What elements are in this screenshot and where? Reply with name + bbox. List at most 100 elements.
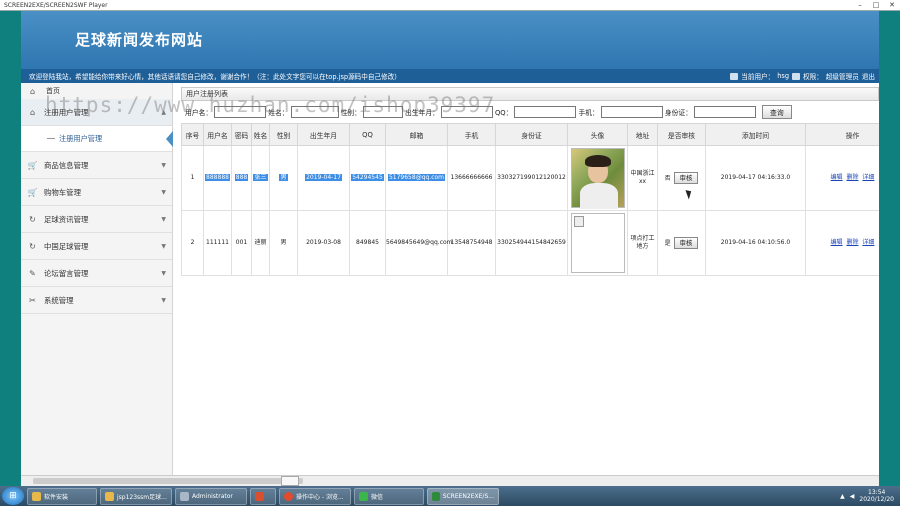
search-label-idcard: 身份证： (664, 109, 693, 117)
start-button[interactable]: ⊞ (2, 487, 24, 505)
maximize-button[interactable]: □ (868, 1, 884, 9)
sidebar-item-user-management[interactable]: ⌂ 注册用户管理 ▲ (21, 99, 172, 126)
chevron-up-icon: ▲ (161, 108, 166, 116)
cell-email: 5179658@qq.com (385, 145, 448, 211)
audit-button[interactable]: 审核 (673, 171, 699, 185)
sidebar-item-label: 中国足球管理 (44, 241, 89, 251)
player-title-bar: SCREEN2EXE/SCREEN2SWF Player – □ ✕ (0, 0, 900, 11)
cell-username: 111111 (203, 210, 232, 276)
sidebar-item-system[interactable]: ✂ 系统管理 ▼ (21, 287, 172, 314)
cell-no: 2 (181, 210, 204, 276)
current-user: hsg (777, 72, 790, 80)
cell-birth: 2019-04-17 (297, 145, 350, 211)
avatar (570, 148, 625, 209)
network-icon[interactable]: ▲ (840, 493, 845, 500)
cell-idcard: 330254944154842659 (495, 210, 568, 276)
col-header: 用户名 (203, 123, 232, 146)
taskbar-item[interactable]: 操作中心 - 浏览... (279, 487, 351, 505)
sidebar-item-football-news[interactable]: ↻ 足球资讯管理 ▼ (21, 206, 172, 233)
notice-bar: 欢迎登陆我站，希望能给你带来好心情，其他话语请您自己修改，谢谢合作！（注：此处文… (21, 69, 879, 83)
sidebar: ⌂ 首页 ⌂ 注册用户管理 ▲ 注册用户管理 🛒 商品信息管理 ▼ 🛒 购物车管… (21, 83, 173, 486)
taskbar-item[interactable]: SCREEN2EXE/S... (427, 487, 499, 505)
search-label-qq: QQ： (494, 109, 513, 117)
cell-text: 2019-04-17 (305, 174, 342, 182)
sidebar-item-label: 注册用户管理 (44, 107, 89, 117)
search-input-gender[interactable] (362, 106, 403, 118)
edit-link[interactable]: 编辑 (831, 239, 843, 246)
cell-text: 888 (234, 174, 249, 182)
task-label: 软件安装 (44, 493, 69, 501)
cell-added: 2019-04-16 04:10:56.0 (705, 210, 806, 276)
search-input-birth[interactable] (440, 106, 493, 118)
home-icon: ⌂ (29, 107, 36, 117)
audit-status: 否 (664, 174, 671, 182)
search-label-name: 姓名： (268, 109, 289, 117)
task-label: jsp123ssm足球... (117, 493, 167, 501)
search-label-birth: 出生年月： (404, 109, 439, 117)
taskbar-item[interactable]: Administrator (175, 487, 247, 505)
refresh-icon: ↻ (29, 214, 36, 224)
cell-actions: 编辑 删除 详细 (805, 145, 879, 211)
delete-link[interactable]: 删除 (846, 174, 858, 181)
search-input-username[interactable] (214, 106, 267, 118)
close-button[interactable]: ✕ (884, 1, 900, 9)
folder-icon (105, 491, 114, 501)
detail-link[interactable]: 详细 (862, 174, 874, 181)
cell-address: 项点打工地方 (627, 210, 658, 276)
clock[interactable]: 13:54 2020/12/20 (859, 489, 894, 503)
sidebar-item-cart[interactable]: 🛒 购物车管理 ▼ (21, 179, 172, 206)
col-header: 性别 (269, 123, 298, 146)
system-tray: ▲ ◀ 13:54 2020/12/20 (840, 489, 900, 503)
avatar-hair (584, 155, 611, 167)
taskbar-item[interactable]: 软件安装 (27, 487, 97, 505)
sidebar-item-china-football[interactable]: ↻ 中国足球管理 ▼ (21, 233, 172, 260)
audit-button[interactable]: 审核 (673, 236, 699, 250)
broken-image-icon (570, 213, 625, 273)
sidebar-subitem-label: 注册用户管理 (59, 133, 103, 143)
wechat-icon (359, 491, 368, 501)
taskbar-item[interactable]: 微信 (354, 487, 424, 505)
notice-text: 欢迎登陆我站，希望能给你带来好心情，其他话语请您自己修改，谢谢合作！（注：此处文… (29, 73, 401, 81)
edit-link[interactable]: 编辑 (831, 174, 843, 181)
col-header: 操作 (805, 123, 879, 146)
sidebar-item-label: 商品信息管理 (44, 160, 89, 170)
search-button[interactable]: 查询 (762, 105, 792, 119)
search-input-phone[interactable] (600, 106, 663, 118)
sidebar-home-label: 首页 (46, 87, 60, 95)
search-input-idcard[interactable] (694, 106, 757, 118)
chrome-icon (284, 491, 293, 501)
minimize-button[interactable]: – (852, 1, 868, 9)
user-icon (730, 72, 739, 80)
right-strip (879, 11, 900, 486)
cell-gender: 男 (269, 210, 298, 276)
cell-phone: 13548754948 (447, 210, 496, 276)
current-user-label: 当前用户： (741, 73, 775, 81)
sidebar-item-forum[interactable]: ✎ 论坛留言管理 ▼ (21, 260, 172, 287)
taskbar-item[interactable]: jsp123ssm足球... (100, 487, 172, 505)
col-header: 地址 (627, 123, 658, 146)
sidebar-item-label: 论坛留言管理 (44, 268, 89, 278)
sidebar-home[interactable]: ⌂ 首页 (21, 83, 172, 99)
cell-qq: 54294545 (349, 145, 386, 211)
sidebar-item-goods[interactable]: 🛒 商品信息管理 ▼ (21, 152, 172, 179)
cell-added: 2019-04-17 04:16:33.0 (705, 145, 806, 211)
clock-time: 13:54 (868, 488, 886, 496)
cell-qq: 849845 (349, 210, 386, 276)
table-header-row: 序号 用户名 密码 姓名 性别 出生年月 QQ 邮箱 手机 身份证 头像 地址 … (181, 123, 879, 146)
logout-link[interactable]: 退出 (862, 71, 875, 81)
cell-name: 迪丽 (251, 210, 270, 276)
app-stage: 足球新闻发布网站 欢迎登陆我站，希望能给你带来好心情，其他话语请您自己修改，谢谢… (21, 11, 879, 486)
sidebar-subitem-user-management[interactable]: 注册用户管理 (21, 126, 173, 152)
horizontal-scrollbar[interactable] (21, 475, 879, 486)
search-input-name[interactable] (290, 106, 339, 118)
volume-icon[interactable]: ◀ (850, 493, 855, 500)
cell-password: 888 (231, 145, 252, 211)
taskbar-item[interactable] (250, 487, 276, 505)
scrollbar-thumb[interactable] (281, 476, 299, 486)
search-input-qq[interactable] (514, 106, 577, 118)
user-folder-icon (180, 491, 189, 501)
detail-link[interactable]: 详细 (862, 239, 874, 246)
delete-link[interactable]: 删除 (846, 239, 858, 246)
cell-avatar (567, 145, 628, 211)
avatar-body (579, 183, 618, 209)
